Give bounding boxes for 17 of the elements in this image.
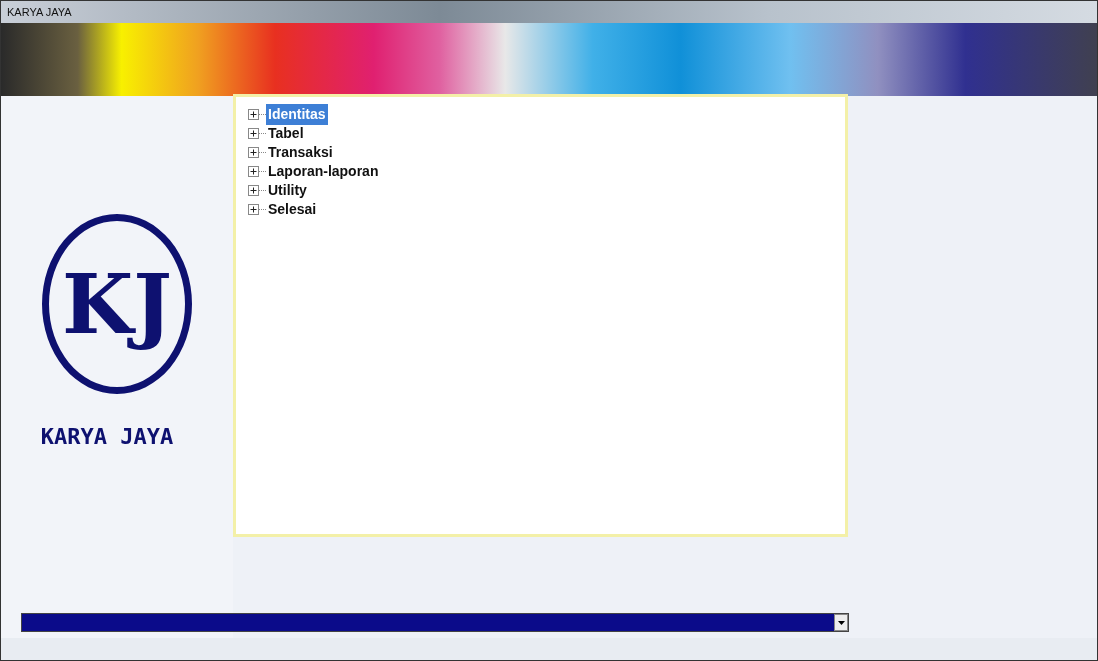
tree-item[interactable]: Identitas bbox=[266, 104, 328, 125]
expand-icon[interactable] bbox=[248, 147, 259, 158]
dropdown-button[interactable] bbox=[834, 614, 848, 631]
expand-icon[interactable] bbox=[248, 166, 259, 177]
logo-monogram: KJ bbox=[61, 254, 173, 354]
tree-item[interactable]: Laporan-laporan bbox=[266, 161, 381, 182]
expand-icon[interactable] bbox=[248, 185, 259, 196]
tree-item[interactable]: Utility bbox=[266, 180, 309, 201]
caret-icon bbox=[837, 620, 845, 625]
expand-icon[interactable] bbox=[248, 128, 259, 139]
expand-icon[interactable] bbox=[248, 109, 259, 120]
window-title: KARYA JAYA bbox=[1, 1, 1097, 23]
tree-item[interactable]: Selesai bbox=[266, 199, 319, 220]
logo-caption: KARYA JAYA bbox=[40, 423, 174, 451]
tree-item[interactable]: Tabel bbox=[266, 123, 306, 144]
tree-item[interactable]: Transaksi bbox=[266, 142, 335, 163]
expand-icon[interactable] bbox=[248, 204, 259, 215]
